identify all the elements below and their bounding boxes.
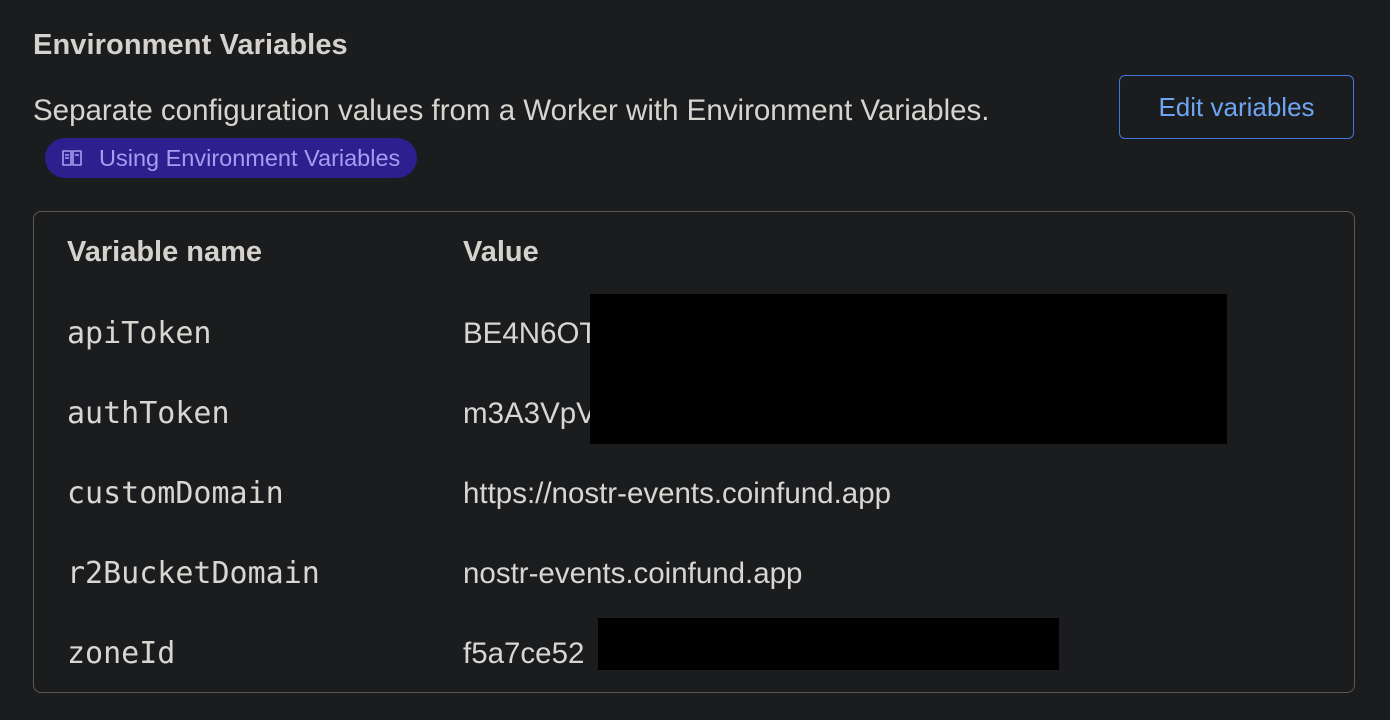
- description-text: Separate configuration values from a Wor…: [33, 94, 990, 127]
- environment-variables-table: Variable name Value apiToken BE4N6OT aut…: [33, 211, 1355, 693]
- section-description: Separate configuration values from a Wor…: [33, 86, 993, 184]
- variable-name: apiToken: [67, 316, 212, 351]
- variable-value: https://nostr-events.coinfund.app: [463, 477, 892, 510]
- table-row: r2BucketDomain nostr-events.coinfund.app: [34, 534, 1354, 614]
- redaction-block: [590, 294, 1227, 444]
- variable-name: zoneId: [67, 636, 176, 671]
- variable-name: customDomain: [67, 476, 284, 511]
- section-title: Environment Variables: [33, 29, 348, 61]
- variable-name: r2BucketDomain: [67, 556, 320, 591]
- book-icon: [61, 147, 83, 169]
- variable-value: nostr-events.coinfund.app: [463, 557, 803, 590]
- table-row: customDomain https://nostr-events.coinfu…: [34, 454, 1354, 534]
- docs-link-label: Using Environment Variables: [99, 145, 401, 172]
- variable-value: BE4N6OT: [463, 317, 598, 350]
- docs-link-using-environment-variables[interactable]: Using Environment Variables: [45, 138, 418, 179]
- variable-value: f5a7ce52: [463, 637, 585, 670]
- redaction-block: [598, 618, 1059, 670]
- column-header-variable-name: Variable name: [67, 236, 263, 268]
- variable-value: m3A3VpV: [463, 397, 596, 430]
- edit-variables-button[interactable]: Edit variables: [1119, 75, 1354, 139]
- column-header-value: Value: [463, 236, 539, 268]
- variable-name: authToken: [67, 396, 230, 431]
